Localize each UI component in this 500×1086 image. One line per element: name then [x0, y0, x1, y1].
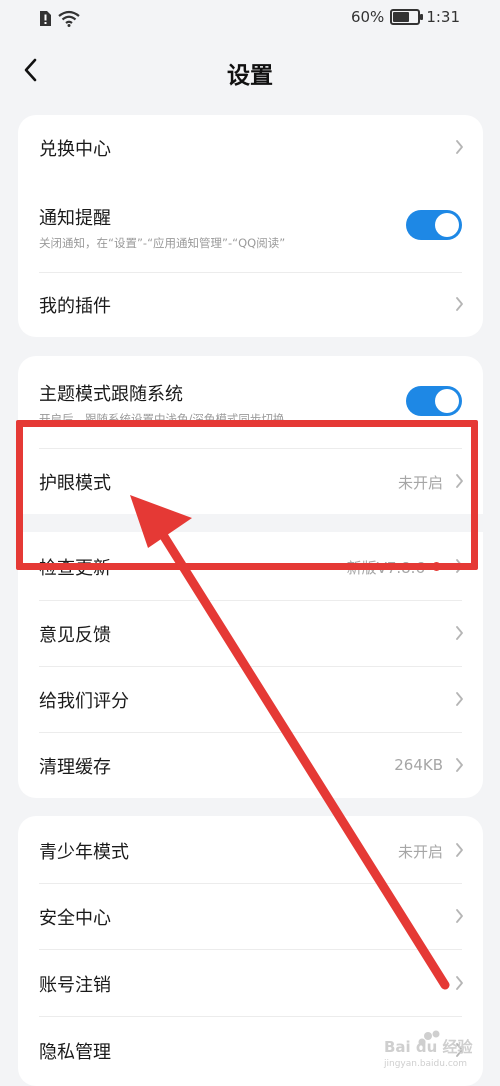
chevron-right-icon [456, 297, 463, 311]
notification-toggle[interactable] [406, 210, 462, 240]
nav-bar: 设置 [0, 40, 500, 102]
chevron-right-icon [456, 909, 463, 923]
row-label: 意见反馈 [39, 625, 111, 646]
row-clear-cache[interactable]: 清理缓存 264KB [18, 732, 483, 798]
row-redeem-center[interactable]: 兑换中心 [18, 115, 483, 180]
watermark-brand: Bai du 经验 [384, 1038, 474, 1056]
row-eye-care-mode[interactable]: 护眼模式 未开启 [18, 448, 483, 514]
chevron-right-icon [456, 843, 463, 857]
row-teen-mode[interactable]: 青少年模式 未开启 [18, 816, 483, 883]
row-label: 给我们评分 [39, 691, 129, 712]
row-theme-follow-system: 主题模式跟随系统 开启后，跟随系统设置中浅色/深色模式同步切换 [18, 356, 483, 448]
alert-sim-icon [40, 11, 51, 26]
wifi-icon [58, 10, 80, 27]
row-value: 新版V7.8.6 [346, 559, 425, 577]
chevron-right-icon [456, 559, 463, 573]
settings-group-2: 主题模式跟随系统 开启后，跟随系统设置中浅色/深色模式同步切换 护眼模式 未开启… [18, 356, 483, 798]
chevron-right-icon [456, 692, 463, 706]
row-value: 264KB [394, 756, 443, 774]
row-value: 未开启 [397, 474, 443, 492]
toggle-knob [435, 389, 459, 413]
row-subtitle: 关闭通知，在“设置”-“应用通知管理”-“QQ阅读” [39, 236, 286, 250]
row-label: 我的插件 [39, 296, 111, 317]
row-label: 兑换中心 [39, 139, 111, 160]
row-subtitle: 开启后，跟随系统设置中浅色/深色模式同步切换 [39, 412, 285, 426]
status-right: 60% 1:31 [351, 8, 460, 26]
row-label: 安全中心 [39, 908, 111, 929]
row-label: 检查更新 [39, 558, 111, 579]
row-account-deregister[interactable]: 账号注销 [18, 949, 483, 1016]
row-feedback[interactable]: 意见反馈 [18, 600, 483, 666]
row-my-plugins[interactable]: 我的插件 [18, 272, 483, 337]
row-rate-us[interactable]: 给我们评分 [18, 666, 483, 732]
row-security-center[interactable]: 安全中心 [18, 883, 483, 949]
row-check-update[interactable]: 检查更新 新版V7.8.6 [18, 532, 483, 600]
status-bar: 60% 1:31 [0, 0, 500, 40]
row-label: 护眼模式 [39, 473, 111, 494]
row-value: 未开启 [397, 843, 443, 861]
chevron-right-icon [456, 626, 463, 640]
settings-group-1: 兑换中心 通知提醒 关闭通知，在“设置”-“应用通知管理”-“QQ阅读” 我的插… [18, 115, 483, 337]
battery-fill [393, 12, 409, 22]
row-label: 账号注销 [39, 975, 111, 996]
chevron-right-icon [456, 474, 463, 488]
row-label: 青少年模式 [39, 842, 129, 863]
row-label: 清理缓存 [39, 757, 111, 778]
theme-toggle[interactable] [406, 386, 462, 416]
row-notification: 通知提醒 关闭通知，在“设置”-“应用通知管理”-“QQ阅读” [18, 180, 483, 272]
toggle-knob [435, 213, 459, 237]
row-label: 主题模式跟随系统 [39, 384, 183, 405]
baidu-watermark-logo: Bai du 经验 jingyan.baidu.com [383, 1030, 474, 1069]
page-title: 设置 [227, 63, 273, 89]
update-badge-dot [432, 562, 441, 571]
chevron-right-icon [456, 758, 463, 772]
watermark-url: jingyan.baidu.com [383, 1059, 467, 1069]
status-time: 1:31 [426, 8, 460, 26]
section-gap [18, 514, 483, 532]
chevron-right-icon [456, 140, 463, 154]
row-label: 隐私管理 [39, 1042, 111, 1063]
battery-icon [390, 9, 424, 25]
chevron-right-icon [456, 976, 463, 990]
row-label: 通知提醒 [39, 208, 111, 229]
status-left [38, 10, 80, 27]
battery-percent: 60% [350, 8, 385, 26]
